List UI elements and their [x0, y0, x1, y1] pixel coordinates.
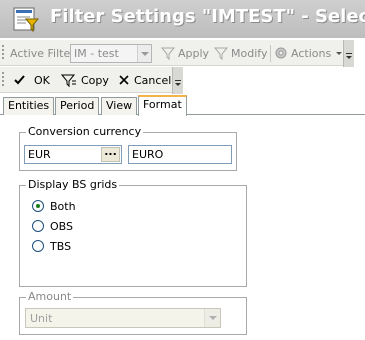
- cancel-button[interactable]: Cancel: [116, 71, 172, 90]
- tab-period[interactable]: Period: [55, 97, 100, 115]
- active-filter-label: Active Filter: [10, 47, 75, 60]
- close-icon: [119, 75, 129, 85]
- tab-format[interactable]: Format: [138, 95, 187, 116]
- display-bs-grids-legend: Display BS grids: [26, 178, 120, 191]
- display-bs-grids-group: Display BS grids Both OBS TBS: [19, 178, 247, 287]
- radio-button[interactable]: [32, 240, 44, 252]
- filter-toolbar: Active Filter IM - test Apply Modify Act…: [0, 39, 354, 67]
- toolbar-grip[interactable]: [2, 72, 4, 88]
- gear-icon: [275, 47, 287, 59]
- tab-strip: Entities Period View Format: [0, 95, 365, 116]
- actions-label: Actions: [291, 47, 332, 60]
- filter-modify-icon: [213, 47, 229, 61]
- radio-button-selected[interactable]: [32, 200, 44, 212]
- modify-label: Modify: [231, 47, 268, 60]
- conversion-currency-legend: Conversion currency: [26, 125, 144, 138]
- tab-view[interactable]: View: [101, 97, 138, 115]
- chevron-down-icon: [204, 309, 220, 327]
- apply-button[interactable]: Apply: [160, 44, 210, 63]
- chevron-down-icon: [137, 45, 151, 62]
- filter-settings-app-icon: [13, 7, 40, 33]
- currency-code-value: EUR: [28, 148, 51, 161]
- apply-label: Apply: [178, 47, 210, 60]
- radio-obs-label: OBS: [50, 220, 73, 233]
- currency-name-field[interactable]: EURO: [128, 145, 232, 164]
- radio-both-label: Both: [50, 200, 76, 213]
- currency-code-field[interactable]: EUR ...: [24, 145, 122, 164]
- title-bar: Filter Settings "IMTEST" - Select: [0, 0, 365, 38]
- conversion-currency-group: Conversion currency EUR ... EURO: [19, 125, 237, 171]
- amount-select[interactable]: Unit: [25, 308, 221, 328]
- amount-value: Unit: [30, 312, 53, 325]
- actions-button[interactable]: Actions: [273, 44, 343, 63]
- radio-button[interactable]: [32, 220, 44, 232]
- ok-label: OK: [34, 74, 50, 87]
- active-filter-select[interactable]: IM - test: [70, 44, 152, 63]
- active-filter-value: IM - test: [74, 47, 119, 60]
- checkmark-icon: [14, 75, 25, 85]
- copy-label: Copy: [81, 74, 109, 87]
- currency-lookup-button[interactable]: ...: [101, 146, 120, 162]
- toolbar-separator: [270, 45, 271, 62]
- toolbar-overflow-button[interactable]: [343, 40, 354, 67]
- toolbar-grip[interactable]: [2, 45, 4, 61]
- filter-copy-icon: [61, 74, 76, 88]
- command-toolbar: OK Copy Cancel: [0, 66, 183, 94]
- radio-tbs-label: TBS: [50, 240, 72, 253]
- ok-button[interactable]: OK: [12, 71, 52, 90]
- filter-apply-icon: [160, 47, 176, 61]
- caret-down-icon: [336, 52, 342, 55]
- amount-legend: Amount: [26, 290, 74, 303]
- tab-entities[interactable]: Entities: [3, 97, 55, 115]
- toolbar-overflow-button[interactable]: [172, 67, 183, 94]
- window-title: Filter Settings "IMTEST" - Select: [50, 6, 365, 27]
- amount-group: Amount Unit: [19, 290, 247, 335]
- format-panel: Conversion currency EUR ... EURO Display…: [0, 115, 365, 340]
- modify-button[interactable]: Modify: [213, 44, 269, 63]
- cancel-label: Cancel: [134, 74, 172, 87]
- currency-name-value: EURO: [132, 148, 164, 161]
- copy-button[interactable]: Copy: [61, 71, 109, 90]
